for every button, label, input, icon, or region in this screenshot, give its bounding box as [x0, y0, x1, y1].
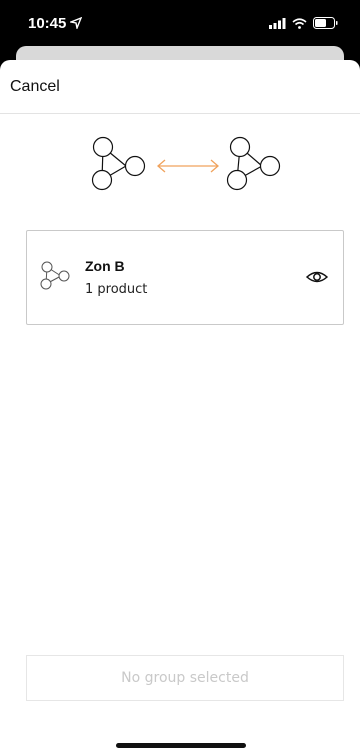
signal-icon	[269, 17, 286, 29]
group-nodes-icon	[226, 136, 281, 191]
group-card[interactable]: Zon B 1 product	[26, 230, 344, 325]
home-indicator	[116, 743, 246, 748]
hero-illustration	[0, 134, 360, 198]
group-title: Zon B	[85, 258, 125, 274]
status-bar: 10:45	[0, 0, 360, 46]
status-time-group: 10:45	[28, 14, 83, 32]
status-icons	[269, 17, 338, 29]
group-nodes-icon	[91, 136, 146, 191]
select-group-button[interactable]: No group selected	[26, 655, 344, 701]
modal-sheet: Cancel Zon B 1 product No group selected	[0, 60, 360, 755]
battery-icon	[313, 17, 338, 29]
status-time: 10:45	[28, 14, 67, 32]
double-arrow-icon	[157, 159, 219, 173]
location-arrow-icon	[70, 17, 83, 29]
group-product-count: 1 product	[85, 282, 148, 297]
nav-bar: Cancel	[0, 60, 360, 114]
eye-icon[interactable]	[305, 267, 329, 287]
cancel-button[interactable]: Cancel	[10, 78, 60, 96]
wifi-icon	[292, 17, 307, 29]
group-nodes-icon	[40, 261, 70, 290]
